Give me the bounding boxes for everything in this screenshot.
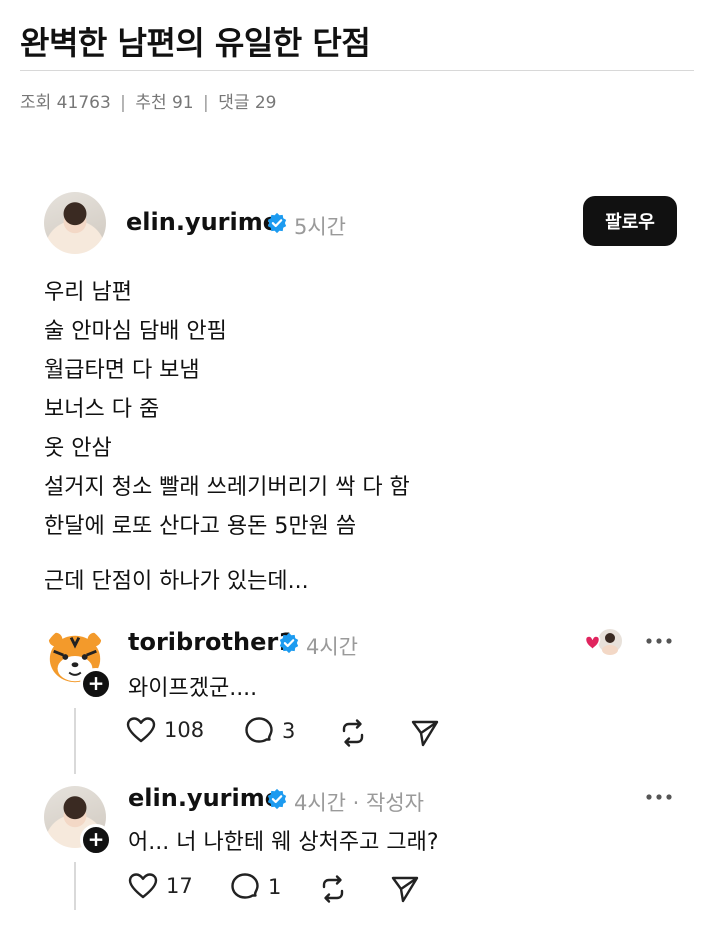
view-count: 조회 41763 bbox=[20, 93, 111, 113]
post-meta: 조회 41763 | 추천 91 | 댓글 29 bbox=[20, 88, 277, 113]
comment-count: 3 bbox=[282, 719, 296, 743]
comment-button[interactable]: 3 bbox=[244, 716, 295, 746]
author-avatar[interactable] bbox=[44, 192, 106, 254]
title-divider bbox=[20, 70, 694, 71]
post-body-line: 우리 남편 bbox=[44, 280, 132, 305]
like-button[interactable]: 17 bbox=[128, 872, 193, 900]
heart-icon bbox=[128, 873, 158, 899]
post-body-line: 설거지 청소 빨래 쓰레기버리기 싹 다 함 bbox=[44, 475, 410, 500]
meta-separator: | bbox=[203, 93, 209, 113]
follow-plus-icon[interactable]: + bbox=[80, 668, 112, 700]
like-count: 17 bbox=[166, 874, 193, 898]
author-liked-icon bbox=[584, 627, 624, 655]
recommend-count: 추천 91 bbox=[135, 93, 194, 113]
meta-separator: | bbox=[120, 93, 126, 113]
like-count: 108 bbox=[164, 718, 205, 742]
send-icon[interactable] bbox=[410, 718, 440, 748]
reply-text: 어... 너 나한테 웨 상처주고 그래? bbox=[128, 830, 439, 855]
post-body-line: 한달에 로또 산다고 용돈 5만원 씀 bbox=[44, 514, 357, 539]
page-title: 완벽한 남편의 유일한 단점 bbox=[20, 24, 371, 62]
author-username[interactable]: elin.yurime bbox=[126, 208, 279, 236]
comment-count: 댓글 29 bbox=[218, 93, 277, 113]
reply-username[interactable]: toribrother1 bbox=[128, 628, 295, 656]
thread-connector-line bbox=[74, 708, 76, 774]
post-body-line: 월급타면 다 보냄 bbox=[44, 358, 200, 383]
follow-button[interactable]: 팔로우 bbox=[583, 196, 677, 246]
comment-count: 1 bbox=[268, 875, 282, 899]
repost-icon[interactable] bbox=[318, 874, 348, 904]
more-dots-icon[interactable] bbox=[645, 793, 673, 801]
threads-screenshot: elin.yurime 5시간 팔로우 우리 남편 술 안마심 담배 안핌 월급… bbox=[0, 160, 714, 950]
reply-time: 4시간 bbox=[306, 635, 359, 659]
comment-bubble-icon bbox=[231, 873, 259, 899]
post-body-line: 보너스 다 줌 bbox=[44, 397, 160, 422]
comment-button[interactable]: 1 bbox=[230, 872, 281, 902]
repost-icon[interactable] bbox=[338, 718, 368, 748]
reply-username[interactable]: elin.yurime bbox=[128, 784, 281, 812]
thread-connector-line bbox=[74, 862, 76, 910]
send-icon[interactable] bbox=[390, 874, 420, 904]
like-button[interactable]: 108 bbox=[126, 716, 204, 744]
post-body-line: 옷 안삼 bbox=[44, 436, 112, 461]
verified-badge-icon bbox=[267, 212, 287, 234]
comment-bubble-icon bbox=[245, 717, 273, 743]
verified-badge-icon bbox=[279, 632, 299, 654]
more-dots-icon[interactable] bbox=[645, 637, 673, 645]
reply-time: 4시간 · 작성자 bbox=[294, 791, 424, 815]
heart-icon bbox=[126, 717, 156, 743]
verified-badge-icon bbox=[267, 788, 287, 810]
post-body-line: 술 안마심 담배 안핌 bbox=[44, 319, 227, 344]
post-time: 5시간 bbox=[294, 215, 347, 239]
follow-plus-icon[interactable]: + bbox=[80, 824, 112, 856]
reply-text: 와이프겠군.... bbox=[128, 676, 258, 701]
post-body-line: 근데 단점이 하나가 있는데... bbox=[44, 569, 309, 594]
